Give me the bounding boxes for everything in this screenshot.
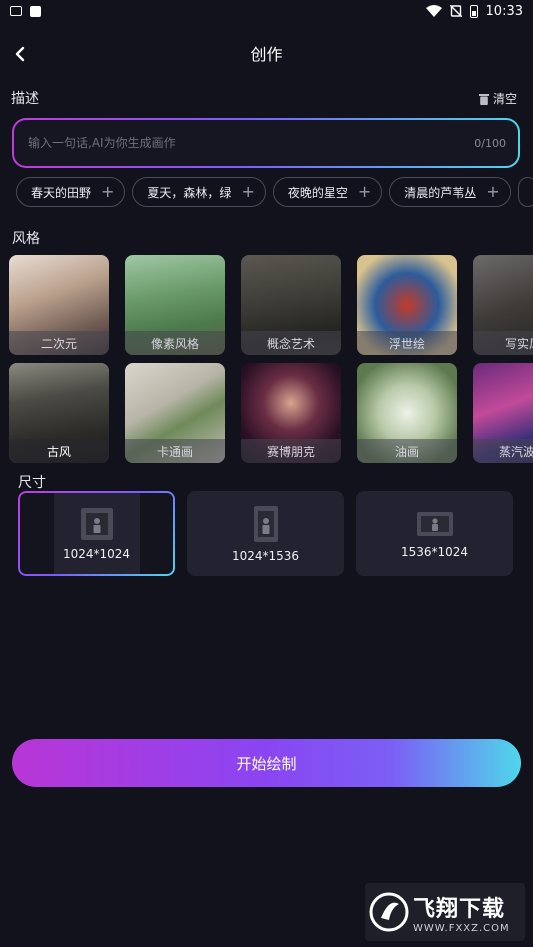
notification-icon bbox=[30, 5, 41, 17]
prompt-box: 0/100 bbox=[12, 118, 520, 168]
suggestion-chip[interactable]: 夏天，森林，绿 + bbox=[132, 177, 266, 207]
no-sim-icon bbox=[449, 5, 462, 17]
watermark-logo: 飞翔下载 WWW.FXXZ.COM bbox=[365, 883, 525, 941]
suggestion-chip[interactable]: 春天的田野 + bbox=[16, 177, 126, 207]
style-card-label: 二次元 bbox=[9, 331, 109, 355]
size-option-label: 1536*1024 bbox=[400, 544, 469, 559]
style-card-concept-art[interactable]: 概念艺术 bbox=[241, 255, 341, 355]
size-label: 尺寸 bbox=[18, 475, 46, 491]
style-card-anime[interactable]: 二次元 bbox=[9, 255, 109, 355]
size-options: 1024*1024 1024*1536 1536*1024 bbox=[18, 491, 513, 576]
style-card-ukiyoe[interactable]: 浮世绘 bbox=[357, 255, 457, 355]
chip-label: 清晨的芦苇丛 bbox=[404, 185, 477, 200]
style-card-label: 卡通画 bbox=[125, 439, 225, 463]
style-card-label: 像素风格 bbox=[125, 331, 225, 355]
trash-icon bbox=[478, 93, 489, 105]
watermark-icon bbox=[369, 892, 409, 932]
plus-icon: + bbox=[101, 182, 115, 201]
suggestion-chips: 春天的田野 + 夏天，森林，绿 + 夜晚的星空 + 清晨的芦苇丛 + bbox=[16, 177, 533, 207]
chip-label: 夜晚的星空 bbox=[287, 185, 348, 200]
battery-icon bbox=[469, 4, 478, 18]
wifi-icon bbox=[425, 5, 442, 17]
style-grid: 二次元 像素风格 概念艺术 浮世绘 写实风 古风 卡通画 赛博朋克 油画 蒸汽波… bbox=[9, 255, 533, 463]
header: 创作 bbox=[0, 36, 533, 70]
description-label: 描述 bbox=[11, 91, 39, 107]
watermark-title: 飞翔下载 bbox=[413, 896, 506, 922]
start-drawing-label: 开始绘制 bbox=[236, 754, 297, 773]
style-card-vaporwave[interactable]: 蒸汽波艺 bbox=[473, 363, 533, 463]
style-card-pixel[interactable]: 像素风格 bbox=[125, 255, 225, 355]
status-bar: 10:33 bbox=[0, 0, 533, 22]
chip-label: 夏天，森林，绿 bbox=[147, 185, 232, 200]
square-ratio-icon bbox=[80, 507, 113, 540]
style-card-cyberpunk[interactable]: 赛博朋克 bbox=[241, 363, 341, 463]
clear-button[interactable]: 清空 bbox=[478, 90, 517, 107]
landscape-ratio-icon bbox=[416, 511, 453, 536]
style-card-oil-painting[interactable]: 油画 bbox=[357, 363, 457, 463]
portrait-ratio-icon bbox=[253, 505, 278, 542]
suggestion-chip[interactable]: 夜晚的星空 + bbox=[272, 177, 383, 207]
clear-label: 清空 bbox=[492, 92, 517, 106]
style-card-ancient[interactable]: 古风 bbox=[9, 363, 109, 463]
chip-label: 春天的田野 bbox=[31, 185, 92, 200]
size-option-landscape[interactable]: 1536*1024 bbox=[356, 491, 513, 576]
style-card-realistic[interactable]: 写实风 bbox=[473, 255, 533, 355]
style-card-label: 浮世绘 bbox=[357, 331, 457, 355]
suggestion-chip[interactable] bbox=[517, 177, 533, 207]
plus-icon: + bbox=[486, 182, 500, 201]
watermark-url: WWW.FXXZ.COM bbox=[413, 922, 510, 934]
size-option-label: 1024*1024 bbox=[62, 546, 131, 561]
suggestion-chip[interactable]: 清晨的芦苇丛 + bbox=[389, 177, 511, 207]
status-time: 10:33 bbox=[485, 3, 523, 19]
size-option-portrait[interactable]: 1024*1536 bbox=[187, 491, 344, 576]
start-drawing-button[interactable]: 开始绘制 bbox=[12, 739, 521, 787]
back-arrow-icon[interactable] bbox=[8, 42, 32, 66]
char-counter: 0/100 bbox=[474, 136, 506, 150]
keyboard-icon bbox=[10, 6, 22, 16]
style-card-label: 概念艺术 bbox=[241, 331, 341, 355]
plus-icon: + bbox=[241, 182, 255, 201]
style-card-label: 蒸汽波艺 bbox=[473, 439, 533, 463]
style-card-cartoon[interactable]: 卡通画 bbox=[125, 363, 225, 463]
style-label: 风格 bbox=[12, 231, 40, 247]
size-option-square[interactable]: 1024*1024 bbox=[18, 491, 175, 576]
size-option-label: 1024*1536 bbox=[231, 548, 300, 563]
style-card-label: 油画 bbox=[357, 439, 457, 463]
page-title: 创作 bbox=[250, 45, 283, 64]
style-card-label: 赛博朋克 bbox=[241, 439, 341, 463]
prompt-input[interactable] bbox=[28, 136, 428, 150]
plus-icon: + bbox=[357, 182, 372, 201]
style-card-label: 写实风 bbox=[473, 331, 533, 355]
style-card-label: 古风 bbox=[9, 439, 109, 463]
